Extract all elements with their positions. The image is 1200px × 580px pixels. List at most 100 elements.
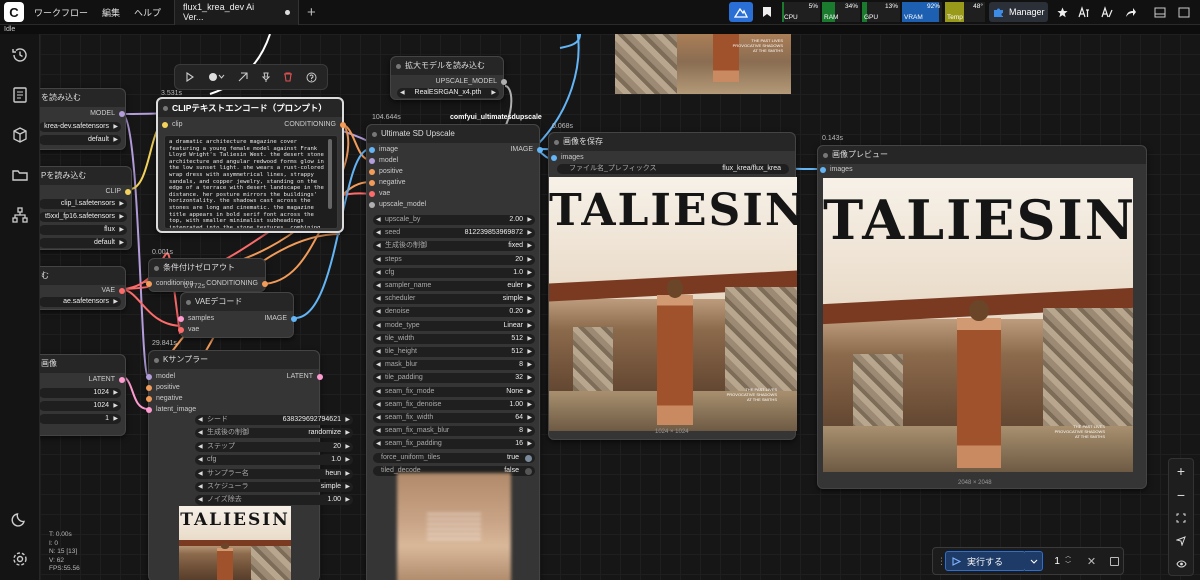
widget-row[interactable]: ◀ シード 638329692794621 ▶ bbox=[195, 415, 353, 425]
widget-row[interactable]: ◀ mask_blur 8 ▶ bbox=[373, 360, 535, 371]
tab-workflow[interactable]: flux1_krea_dev Ai Ver... bbox=[174, 0, 300, 25]
output-latent[interactable]: LATENT bbox=[263, 372, 323, 382]
widget-row[interactable]: ◀ mode_type Linear ▶ bbox=[373, 320, 535, 331]
settings-button[interactable] bbox=[11, 550, 29, 568]
output-upscale-model[interactable]: UPSCALE_MODEL bbox=[407, 77, 507, 87]
widget-batch-size[interactable]: 1 ▶ bbox=[40, 414, 121, 424]
menu-workflow[interactable]: ワークフロー bbox=[27, 6, 95, 19]
textarea-scrollbar[interactable] bbox=[328, 139, 332, 209]
toggle-panel-button[interactable] bbox=[729, 2, 753, 22]
prompt-textarea[interactable]: a dramatic architecture magazine cover f… bbox=[164, 135, 338, 229]
widget-row[interactable]: ◀ seam_fix_denoise 1.00 ▶ bbox=[373, 399, 535, 410]
node-upscale-model-loader[interactable]: 拡大モデルを読み込む UPSCALE_MODEL ◀ RealESRGAN_x4… bbox=[390, 56, 507, 100]
output-model[interactable]: MODEL bbox=[45, 109, 125, 119]
widget-row[interactable]: ◀ scheduler simple ▶ bbox=[373, 294, 535, 305]
input-images[interactable]: images bbox=[820, 165, 853, 175]
help-icon[interactable] bbox=[306, 72, 317, 83]
queue-history-button[interactable] bbox=[11, 46, 29, 64]
widget-filename-prefix[interactable]: ファイル名_プレフィックス flux_krea/flux_krea bbox=[557, 164, 789, 174]
manager-button[interactable]: Manager bbox=[989, 2, 1048, 22]
widget-vae-name[interactable]: ae.safetensors ▶ bbox=[40, 297, 121, 307]
input-negative[interactable]: negative bbox=[369, 178, 405, 188]
widget-row[interactable]: ◀ tile_padding 32 ▶ bbox=[373, 373, 535, 384]
node-load-model[interactable]: を読み込む MODEL krea-dev.safetensors ▶ defaul… bbox=[40, 88, 126, 150]
widget-row[interactable]: ◀ tile_width 512 ▶ bbox=[373, 333, 535, 344]
input-clip[interactable]: clip bbox=[162, 120, 183, 130]
widget-row[interactable]: ◀ upscale_by 2.00 ▶ bbox=[373, 215, 535, 225]
bypass-icon[interactable] bbox=[238, 72, 248, 82]
widget-row[interactable]: ◀ サンプラー名 heun ▶ bbox=[195, 468, 353, 479]
widget-model-name[interactable]: ◀ RealESRGAN_x4.pth ▶ bbox=[397, 88, 499, 98]
output-latent[interactable]: LATENT bbox=[55, 375, 125, 385]
batch-count-input[interactable]: 1 ︿ ﹀ bbox=[1049, 551, 1079, 571]
input-model[interactable]: model bbox=[146, 372, 175, 382]
color-picker-icon[interactable] bbox=[208, 72, 226, 82]
graph-canvas[interactable]: THE PAST LIVES PROVOCATIVE SHADOWS AT TH… bbox=[40, 34, 1200, 580]
node-empty-latent[interactable]: 画像 LATENT 1024 ▶ 1024 ▶ 1 ▶ bbox=[40, 354, 126, 436]
templates-button[interactable] bbox=[11, 206, 29, 224]
node-vae-loader[interactable]: む VAE ae.safetensors ▶ bbox=[40, 266, 126, 310]
widget-row[interactable]: ◀ denoise 0.20 ▶ bbox=[373, 307, 535, 318]
widget-row[interactable]: ◀ seam_fix_mode None ▶ bbox=[373, 386, 535, 397]
new-tab-plus-icon[interactable]: + bbox=[307, 4, 316, 21]
node-save-image[interactable]: 画像を保存 images ファイル名_プレフィックス flux_krea/flu… bbox=[548, 132, 797, 440]
widget-row[interactable]: ◀ seam_fix_width 64 ▶ bbox=[373, 413, 535, 423]
batch-stepper[interactable]: ︿ ﹀ bbox=[1065, 553, 1071, 569]
run-button[interactable]: 実行する bbox=[945, 551, 1027, 571]
output-conditioning[interactable]: CONDITIONING bbox=[246, 120, 346, 130]
widget-clip-name2[interactable]: t5xxl_fp16.safetensors ▶ bbox=[40, 212, 127, 222]
input-model[interactable]: model bbox=[369, 156, 398, 166]
widget-row[interactable]: ◀ seam_fix_padding 16 ▶ bbox=[373, 439, 535, 450]
widget-row[interactable]: ◀ cfg 1.0 ▶ bbox=[195, 455, 353, 466]
output-vae[interactable]: VAE bbox=[65, 286, 125, 296]
toggle-row[interactable]: force_uniform_tiles true bbox=[373, 452, 535, 463]
layout-toggle-button[interactable] bbox=[1150, 2, 1170, 22]
input-vae[interactable]: vae bbox=[369, 189, 390, 199]
widget-row[interactable]: ◀ seed 812239853969872 ▶ bbox=[373, 228, 535, 239]
widget-unet-name[interactable]: krea-dev.safetensors ▶ bbox=[40, 122, 121, 132]
widget-row[interactable]: ◀ seam_fix_mask_blur 8 ▶ bbox=[373, 426, 535, 437]
translate-button-1[interactable] bbox=[1074, 2, 1094, 22]
stop-square-icon[interactable] bbox=[1110, 556, 1120, 566]
widget-weight-dtype[interactable]: default ▶ bbox=[40, 135, 121, 145]
input-negative[interactable]: negative bbox=[146, 394, 182, 404]
output-image[interactable]: IMAGE bbox=[237, 314, 297, 324]
bookmark-button[interactable] bbox=[756, 2, 778, 22]
toggle-links-button[interactable] bbox=[1169, 553, 1193, 575]
input-vae[interactable]: vae bbox=[178, 325, 199, 335]
fit-view-button[interactable] bbox=[1169, 507, 1193, 529]
node-ultimate-sd-upscale[interactable]: Ultimate SD Upscale image model positive… bbox=[366, 124, 543, 580]
widget-row[interactable]: ◀ 生成後の制御 randomize ▶ bbox=[195, 428, 353, 439]
node-clip-text-encode[interactable]: CLIPテキストエンコード（プロンプト） clip CONDITIONING a… bbox=[156, 97, 346, 233]
input-samples[interactable]: samples bbox=[178, 314, 214, 324]
menu-edit[interactable]: 編集 bbox=[95, 6, 127, 19]
node-preview-image[interactable]: 画像プレビュー images TALIESIN THE PAST LIVES P… bbox=[817, 145, 1147, 489]
widget-row[interactable]: ◀ スケジューラ simple ▶ bbox=[195, 482, 353, 492]
node-ksampler[interactable]: Kサンプラー model positive negative latent_im… bbox=[146, 350, 353, 580]
run-mode-dropdown[interactable] bbox=[1025, 551, 1044, 571]
trash-icon[interactable] bbox=[283, 72, 293, 82]
node-conditioning-zero-out[interactable]: 条件付けゼロアウト conditioning CONDITIONING bbox=[146, 258, 268, 292]
menu-button[interactable] bbox=[1174, 2, 1194, 22]
widget-row[interactable]: ◀ ノイズ除去 1.00 ▶ bbox=[195, 495, 353, 506]
widget-clip-type[interactable]: flux ▶ bbox=[40, 225, 127, 235]
drag-handle-icon[interactable]: ⋮ bbox=[937, 556, 946, 567]
stepper-down-icon[interactable]: ﹀ bbox=[1065, 561, 1071, 569]
menu-help[interactable]: ヘルプ bbox=[127, 6, 168, 19]
widget-row[interactable]: ◀ cfg 1.0 ▶ bbox=[373, 267, 535, 278]
model-library-button[interactable] bbox=[11, 126, 29, 144]
input-latent-image[interactable]: latent_image bbox=[146, 405, 196, 415]
widget-clip-name1[interactable]: clip_l.safetensors ▶ bbox=[40, 199, 127, 209]
zoom-out-button[interactable]: − bbox=[1169, 483, 1193, 507]
zoom-in-button[interactable]: + bbox=[1169, 459, 1193, 483]
widget-height[interactable]: 1024 ▶ bbox=[40, 401, 121, 411]
workflows-button[interactable] bbox=[11, 166, 29, 184]
node-dual-clip-loader[interactable]: Pを読み込む CLIP clip_l.safetensors ▶ t5xxl_fp… bbox=[40, 166, 132, 250]
translate-button-2[interactable] bbox=[1097, 2, 1117, 22]
share-button[interactable] bbox=[1121, 2, 1141, 22]
input-positive[interactable]: positive bbox=[146, 383, 180, 393]
input-image[interactable]: image bbox=[369, 145, 398, 155]
node-vae-decode[interactable]: VAEデコード samples vae IMAGE bbox=[178, 292, 297, 338]
output-image[interactable]: IMAGE bbox=[483, 145, 543, 155]
input-images[interactable]: images bbox=[551, 153, 584, 163]
